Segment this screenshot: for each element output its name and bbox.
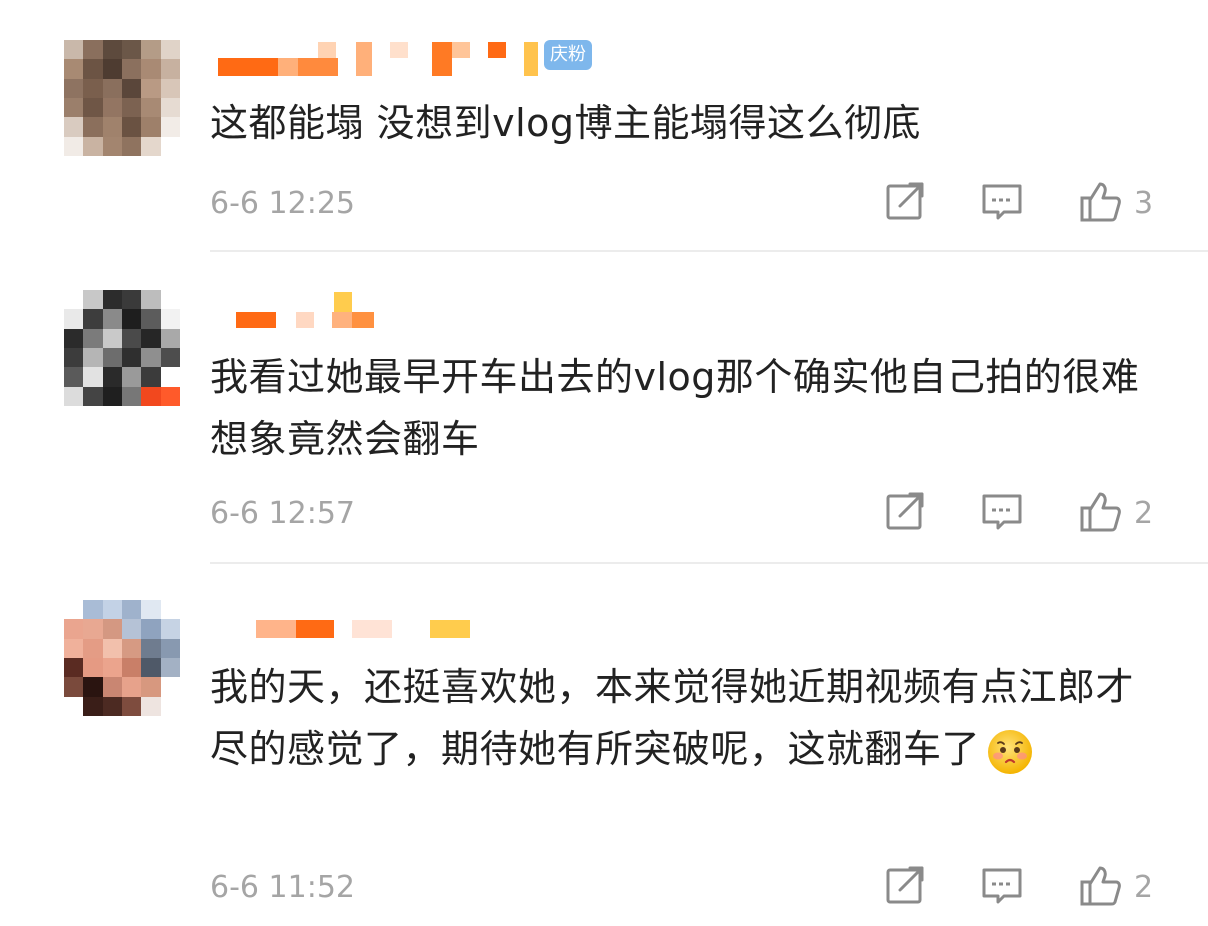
timestamp: 6-6 12:57 xyxy=(210,496,355,531)
comment-meta: 6-6 12:57 2 xyxy=(210,490,1168,540)
share-button[interactable] xyxy=(884,490,928,534)
reply-button[interactable] xyxy=(980,180,1024,224)
like-button[interactable]: 2 xyxy=(1078,490,1168,534)
avatar[interactable] xyxy=(64,290,180,406)
fan-badge: 庆粉 xyxy=(544,40,592,70)
comment-meta: 6-6 12:25 3 xyxy=(210,180,1168,230)
timestamp: 6-6 12:25 xyxy=(210,186,355,221)
comment-text: 这都能塌 没想到vlog博主能塌得这么彻底 xyxy=(210,101,921,145)
share-icon xyxy=(886,492,924,530)
comment-icon xyxy=(982,868,1022,904)
comment-text: 我的天，还挺喜欢她，本来觉得她近期视频有点江郎才尽的感觉了，期待她有所突破呢，这… xyxy=(210,656,1160,780)
share-button[interactable] xyxy=(884,180,928,224)
username-censored[interactable] xyxy=(218,38,538,78)
thumbs-up-icon xyxy=(1080,492,1121,532)
like-button[interactable]: 2 xyxy=(1078,864,1168,908)
timestamp: 6-6 11:52 xyxy=(210,870,355,905)
comment-item: 庆粉 这都能塌 没想到vlog博主能塌得这么彻底 6-6 12:25 3 xyxy=(0,0,1208,250)
comment-icon xyxy=(982,494,1022,530)
share-icon xyxy=(886,866,924,904)
like-count: 3 xyxy=(1134,186,1154,221)
thumbs-up-icon xyxy=(1080,866,1121,906)
avatar[interactable] xyxy=(64,40,180,156)
username-censored[interactable] xyxy=(218,288,518,328)
like-count: 2 xyxy=(1134,496,1154,531)
comment-item: 我的天，还挺喜欢她，本来觉得她近期视频有点江郎才尽的感觉了，期待她有所突破呢，这… xyxy=(0,564,1208,926)
sad-face-emoji xyxy=(988,729,1033,774)
share-button[interactable] xyxy=(884,864,928,908)
thumbs-up-icon xyxy=(1080,182,1121,222)
comment-text: 我看过她最早开车出去的vlog那个确实他自己拍的很难想象竟然会翻车 xyxy=(210,355,1140,461)
comment-meta: 6-6 11:52 2 xyxy=(210,864,1168,914)
like-button[interactable]: 3 xyxy=(1078,180,1168,224)
avatar[interactable] xyxy=(64,600,180,716)
comment-icon xyxy=(982,184,1022,220)
share-icon xyxy=(886,182,924,220)
like-count: 2 xyxy=(1134,870,1154,905)
username-censored[interactable] xyxy=(218,610,518,650)
reply-button[interactable] xyxy=(980,490,1024,534)
comment-item: 我看过她最早开车出去的vlog那个确实他自己拍的很难想象竟然会翻车 6-6 12… xyxy=(0,252,1208,562)
reply-button[interactable] xyxy=(980,864,1024,908)
